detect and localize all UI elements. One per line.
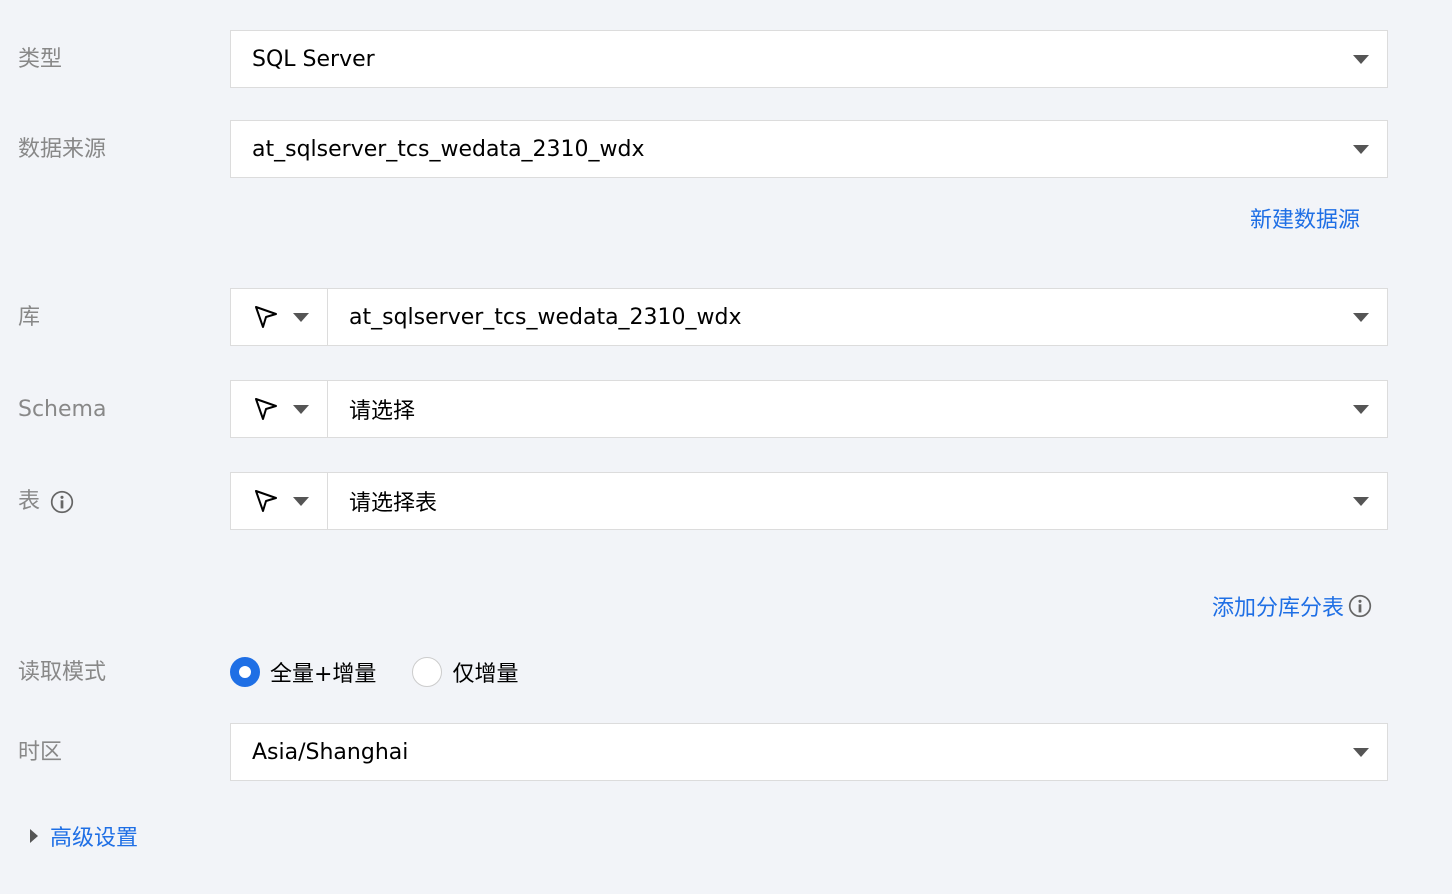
- caret-down-icon: [1353, 54, 1369, 64]
- cursor-arrow-icon: [255, 306, 277, 328]
- new-datasource-link[interactable]: 新建数据源: [1250, 202, 1360, 234]
- schema-select[interactable]: 请选择: [328, 380, 1388, 438]
- timezone-select[interactable]: Asia/Shanghai: [230, 723, 1388, 781]
- type-select[interactable]: SQL Server: [230, 30, 1388, 88]
- caret-right-icon: [30, 829, 38, 843]
- caret-down-icon: [1353, 404, 1369, 414]
- info-icon[interactable]: [1348, 594, 1372, 618]
- advanced-settings-toggle[interactable]: 高级设置: [30, 820, 138, 852]
- table-combo: 请选择表: [230, 472, 1388, 530]
- database-select[interactable]: at_sqlserver_tcs_wedata_2310_wdx: [328, 288, 1388, 346]
- read-mode-incremental-only-radio[interactable]: 仅增量: [412, 656, 518, 688]
- radio-unchecked-icon: [412, 657, 443, 687]
- type-label: 类型: [18, 47, 63, 72]
- caret-down-icon: [1353, 747, 1369, 757]
- read-mode-label: 读取模式: [18, 660, 107, 685]
- add-sharding-link[interactable]: 添加分库分表: [1212, 590, 1372, 622]
- read-mode-full-incremental-radio[interactable]: 全量+增量: [230, 656, 376, 688]
- table-select-placeholder: 请选择表: [349, 491, 438, 516]
- database-combo: at_sqlserver_tcs_wedata_2310_wdx: [230, 288, 1388, 346]
- cursor-arrow-icon: [255, 398, 277, 420]
- datasource-label: 数据来源: [18, 137, 107, 162]
- caret-down-icon: [1353, 496, 1369, 506]
- database-label: 库: [18, 305, 41, 330]
- datasource-select[interactable]: at_sqlserver_tcs_wedata_2310_wdx: [230, 120, 1388, 178]
- read-mode-radio-group: 全量+增量 仅增量: [230, 656, 554, 688]
- database-mode-select[interactable]: [230, 288, 328, 346]
- caret-down-icon: [293, 404, 309, 414]
- radio-checked-icon: [230, 657, 260, 687]
- schema-select-placeholder: 请选择: [349, 399, 416, 424]
- caret-down-icon: [1353, 312, 1369, 322]
- timezone-label: 时区: [18, 740, 63, 765]
- table-select[interactable]: 请选择表: [328, 472, 1388, 530]
- caret-down-icon: [293, 312, 309, 322]
- schema-label: Schema: [18, 397, 107, 422]
- cursor-arrow-icon: [255, 490, 277, 512]
- database-select-value: at_sqlserver_tcs_wedata_2310_wdx: [349, 304, 742, 330]
- info-icon[interactable]: [50, 490, 74, 514]
- timezone-select-value: Asia/Shanghai: [252, 739, 409, 765]
- table-label: 表: [18, 487, 74, 517]
- caret-down-icon: [293, 496, 309, 506]
- type-select-value: SQL Server: [252, 46, 375, 72]
- schema-combo: 请选择: [230, 380, 1388, 438]
- table-mode-select[interactable]: [230, 472, 328, 530]
- schema-mode-select[interactable]: [230, 380, 328, 438]
- caret-down-icon: [1353, 144, 1369, 154]
- datasource-select-value: at_sqlserver_tcs_wedata_2310_wdx: [252, 136, 645, 162]
